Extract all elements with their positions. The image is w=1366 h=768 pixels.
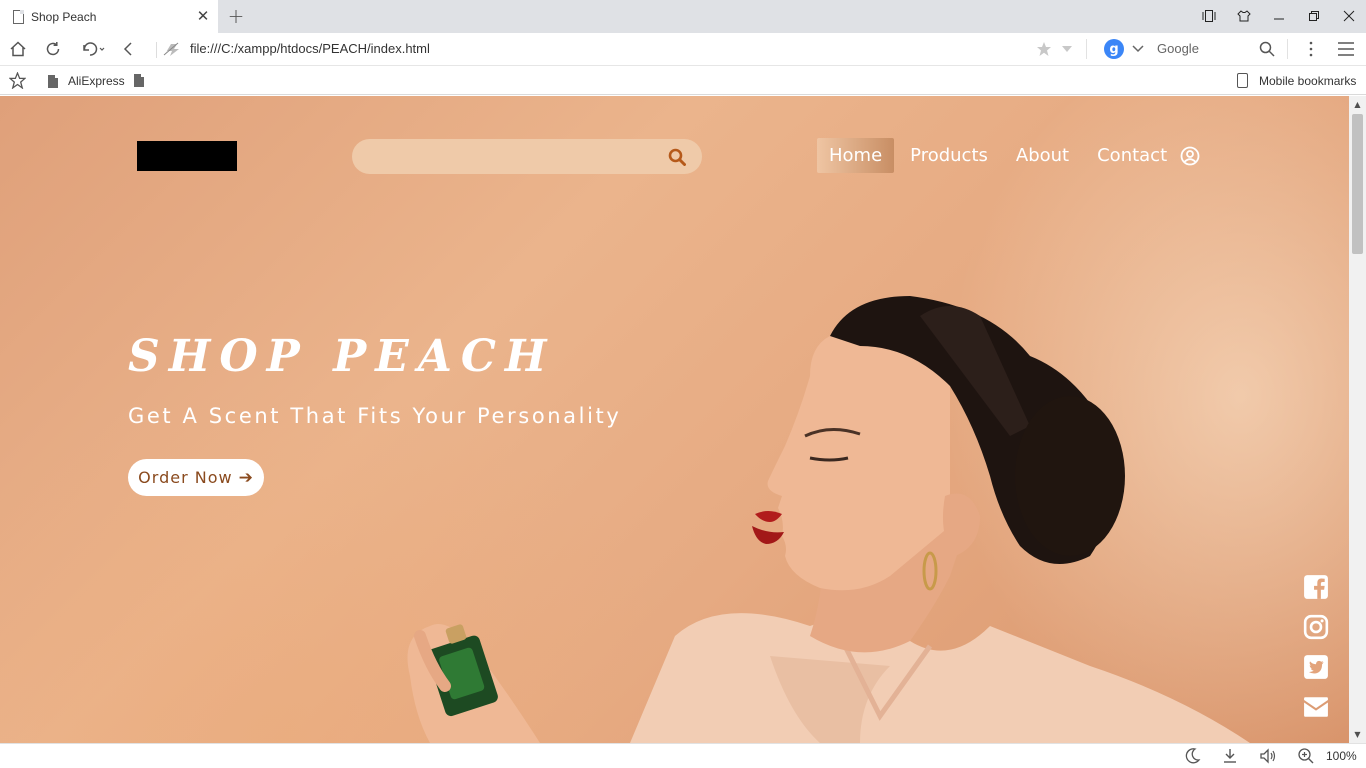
arrow-right-icon: ➔ [238, 467, 254, 488]
restore-button[interactable] [1303, 6, 1325, 26]
instagram-icon[interactable] [1303, 614, 1329, 640]
minimize-button[interactable] [1268, 6, 1290, 26]
hero-subtitle: Get A Scent That Fits Your Personality [128, 404, 622, 428]
page-icon [13, 9, 24, 24]
close-tab-icon[interactable]: ✕ [194, 6, 212, 26]
bookmarks-star-icon[interactable] [9, 72, 26, 89]
bookmark-star-icon[interactable] [1032, 38, 1056, 60]
hero-title: Shop Peach [128, 331, 556, 382]
speaker-icon[interactable] [1259, 747, 1277, 765]
night-mode-icon[interactable] [1183, 747, 1201, 765]
site-search-input[interactable] [352, 139, 652, 174]
nav-products[interactable]: Products [898, 138, 1000, 173]
page-icon [48, 74, 58, 88]
zoom-level[interactable]: 100% [1326, 749, 1357, 763]
engine-dropdown-icon[interactable] [1128, 38, 1148, 60]
mobile-phone-icon [1237, 73, 1248, 88]
search-icon[interactable] [1255, 38, 1279, 60]
address-bar[interactable]: file:///C:/xampp/htdocs/PEACH/index.html [190, 41, 430, 56]
toolbar-divider [1086, 39, 1087, 59]
order-now-button[interactable]: Order Now ➔ [128, 459, 264, 496]
more-options-icon[interactable] [1299, 38, 1323, 60]
mobile-bookmarks-label: Mobile bookmarks [1259, 73, 1357, 88]
twitter-icon[interactable] [1303, 654, 1329, 680]
undo-close-icon[interactable] [78, 38, 108, 60]
search-engine-icon[interactable]: g [1104, 39, 1124, 59]
reload-icon[interactable] [41, 38, 65, 60]
page-viewport: Home Products About Contact SHOP PEACH G… [0, 96, 1349, 743]
tab-layout-icon[interactable] [1198, 6, 1220, 26]
zoom-in-icon[interactable] [1297, 747, 1315, 765]
scroll-down-icon[interactable]: ▼ [1353, 730, 1362, 739]
home-icon[interactable] [6, 38, 30, 60]
site-logo[interactable] [137, 141, 237, 171]
mobile-bookmarks[interactable]: Mobile bookmarks [1237, 73, 1356, 88]
tab-strip: Shop Peach ✕ + [0, 0, 1366, 33]
nav-about[interactable]: About [1004, 138, 1081, 173]
nav-home[interactable]: Home [817, 138, 895, 173]
download-icon[interactable] [1221, 747, 1239, 765]
mail-icon[interactable] [1303, 694, 1329, 720]
status-bar: 100% [0, 743, 1366, 768]
hero-model-image [407, 296, 1250, 743]
user-account-icon[interactable] [1180, 146, 1200, 166]
search-icon[interactable] [668, 148, 686, 166]
scroll-thumb[interactable] [1352, 114, 1363, 254]
tab-title: Shop Peach [31, 9, 97, 24]
facebook-icon[interactable] [1303, 574, 1329, 600]
nav-contact[interactable]: Contact [1085, 138, 1179, 173]
search-engine-name[interactable]: Google [1157, 41, 1199, 56]
bookmark-dropdown-icon[interactable] [1057, 38, 1077, 60]
menu-icon[interactable] [1334, 38, 1358, 60]
new-tab-button[interactable]: + [226, 4, 246, 28]
toolbar-divider [1287, 39, 1288, 59]
skin-icon[interactable] [1233, 6, 1255, 26]
bookmark-label: AliExpress [68, 74, 125, 88]
order-now-label: Order Now [138, 468, 233, 487]
close-window-button[interactable] [1338, 6, 1360, 26]
browser-tab[interactable]: Shop Peach ✕ [0, 0, 218, 33]
bookmark-aliexpress[interactable]: AliExpress [48, 74, 125, 88]
page-icon [134, 74, 144, 87]
browser-toolbar: file:///C:/xampp/htdocs/PEACH/index.html… [0, 33, 1366, 66]
bookmark-untitled[interactable] [134, 74, 154, 87]
page-scrollbar[interactable]: ▲ ▼ [1349, 96, 1366, 743]
site-navigation: Home Products About Contact [817, 138, 1183, 173]
address-divider [156, 42, 157, 58]
site-search [352, 139, 702, 174]
back-icon[interactable] [116, 38, 140, 60]
scroll-up-icon[interactable]: ▲ [1353, 100, 1362, 109]
site-info-icon[interactable] [160, 38, 184, 60]
bookmarks-bar: AliExpress Mobile bookmarks [0, 66, 1366, 95]
